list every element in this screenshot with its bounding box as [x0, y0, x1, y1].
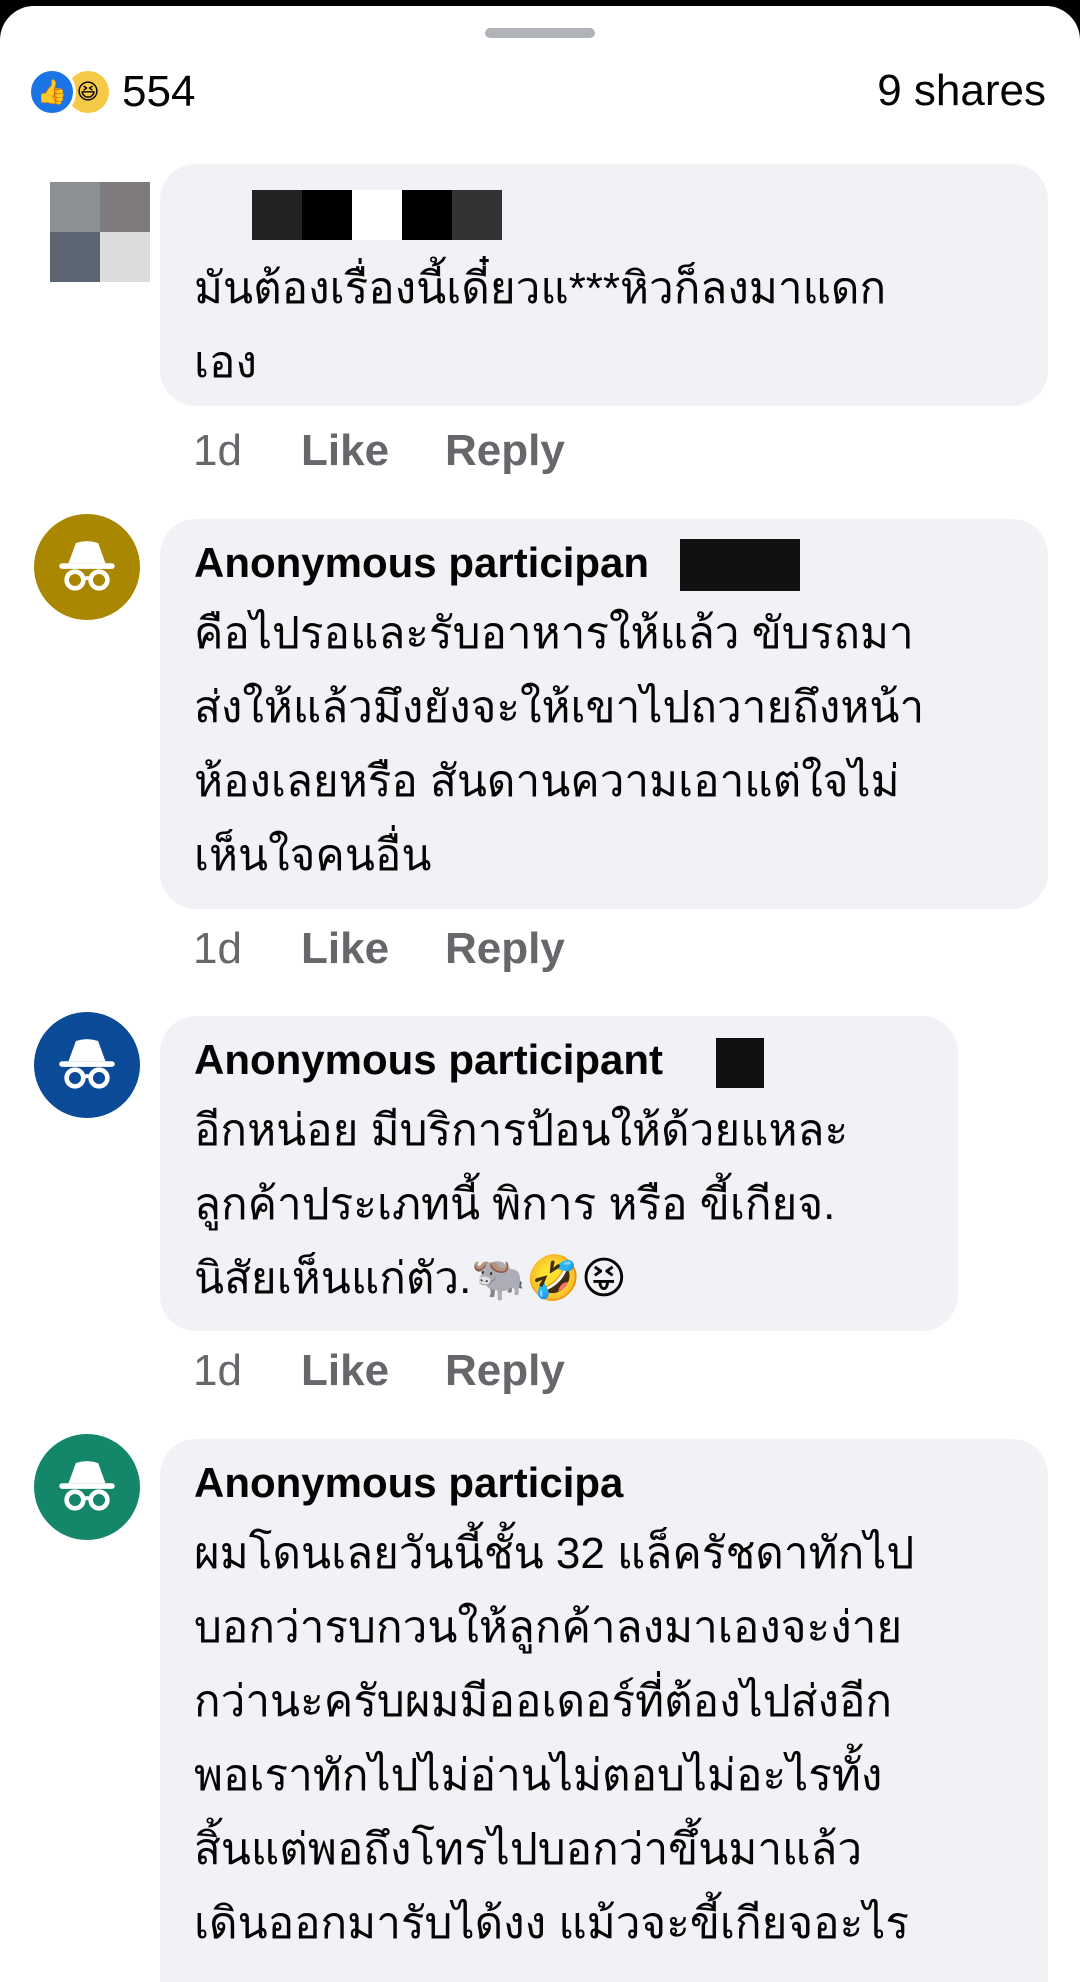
- comment-actions: 1d Like Reply: [193, 1346, 565, 1396]
- drag-handle[interactable]: [485, 28, 595, 38]
- like-icon: 👍: [28, 68, 76, 116]
- reply-button[interactable]: Reply: [445, 924, 565, 974]
- comment-bubble[interactable]: Anonymous participant อีกหน่อย มีบริการป…: [160, 1016, 958, 1331]
- comment-text: ผมโดนเลยวันนี้ชั้น 32 แล็ครัชดาทักไป บอก…: [194, 1529, 915, 1948]
- comment-text: อีกหน่อย มีบริการป้อนให้ด้วยแหละ ลูกค้าป…: [194, 1106, 849, 1303]
- comment-author[interactable]: Anonymous participa: [194, 1459, 623, 1507]
- incognito-icon: [59, 1461, 115, 1511]
- anonymous-avatar-icon[interactable]: [34, 1434, 140, 1540]
- shares-count[interactable]: 9 shares: [877, 66, 1046, 116]
- reply-button[interactable]: Reply: [445, 1346, 565, 1396]
- redaction-block: [716, 1038, 764, 1088]
- comment-bubble[interactable]: Anonymous participan คือไปรอและรับอาหารใ…: [160, 519, 1048, 909]
- like-button[interactable]: Like: [301, 1346, 445, 1396]
- comment-actions: 1d Like Reply: [193, 924, 565, 974]
- comment-bubble[interactable]: Anonymous participa ผมโดนเลยวันนี้ชั้น 3…: [160, 1439, 1048, 1982]
- comment-time: 1d: [193, 1346, 242, 1395]
- like-button[interactable]: Like: [301, 924, 445, 974]
- comment-text: คือไปรอและรับอาหารให้แล้ว ขับรถมา ส่งให้…: [194, 609, 925, 880]
- anonymous-avatar-icon[interactable]: [34, 514, 140, 620]
- redaction-block: [680, 539, 800, 591]
- comments-sheet: 👍 😆 554 9 shares มันต้องเรื่องนี้เดี๋ยวแ…: [0, 6, 1080, 1982]
- reactions-summary[interactable]: 👍 😆 554: [28, 64, 195, 120]
- reply-button[interactable]: Reply: [445, 426, 565, 476]
- like-button[interactable]: Like: [301, 426, 445, 476]
- comment-time: 1d: [193, 924, 242, 973]
- comment-author[interactable]: Anonymous participant: [194, 1036, 663, 1084]
- comment-time: 1d: [193, 426, 242, 475]
- avatar[interactable]: [50, 182, 150, 282]
- anonymous-avatar-icon[interactable]: [34, 1012, 140, 1118]
- comment-bubble[interactable]: มันต้องเรื่องนี้เดี๋ยวแ***หิวก็ลงมาแดก เ…: [160, 164, 1048, 406]
- comment-author[interactable]: Anonymous participan: [194, 539, 649, 587]
- comment-text: มันต้องเรื่องนี้เดี๋ยวแ***หิวก็ลงมาแดก เ…: [194, 264, 887, 387]
- incognito-icon: [59, 1039, 115, 1089]
- comment-actions: 1d Like Reply: [193, 426, 565, 476]
- redacted-name: [252, 190, 502, 240]
- incognito-icon: [59, 541, 115, 591]
- reaction-count: 554: [122, 67, 196, 116]
